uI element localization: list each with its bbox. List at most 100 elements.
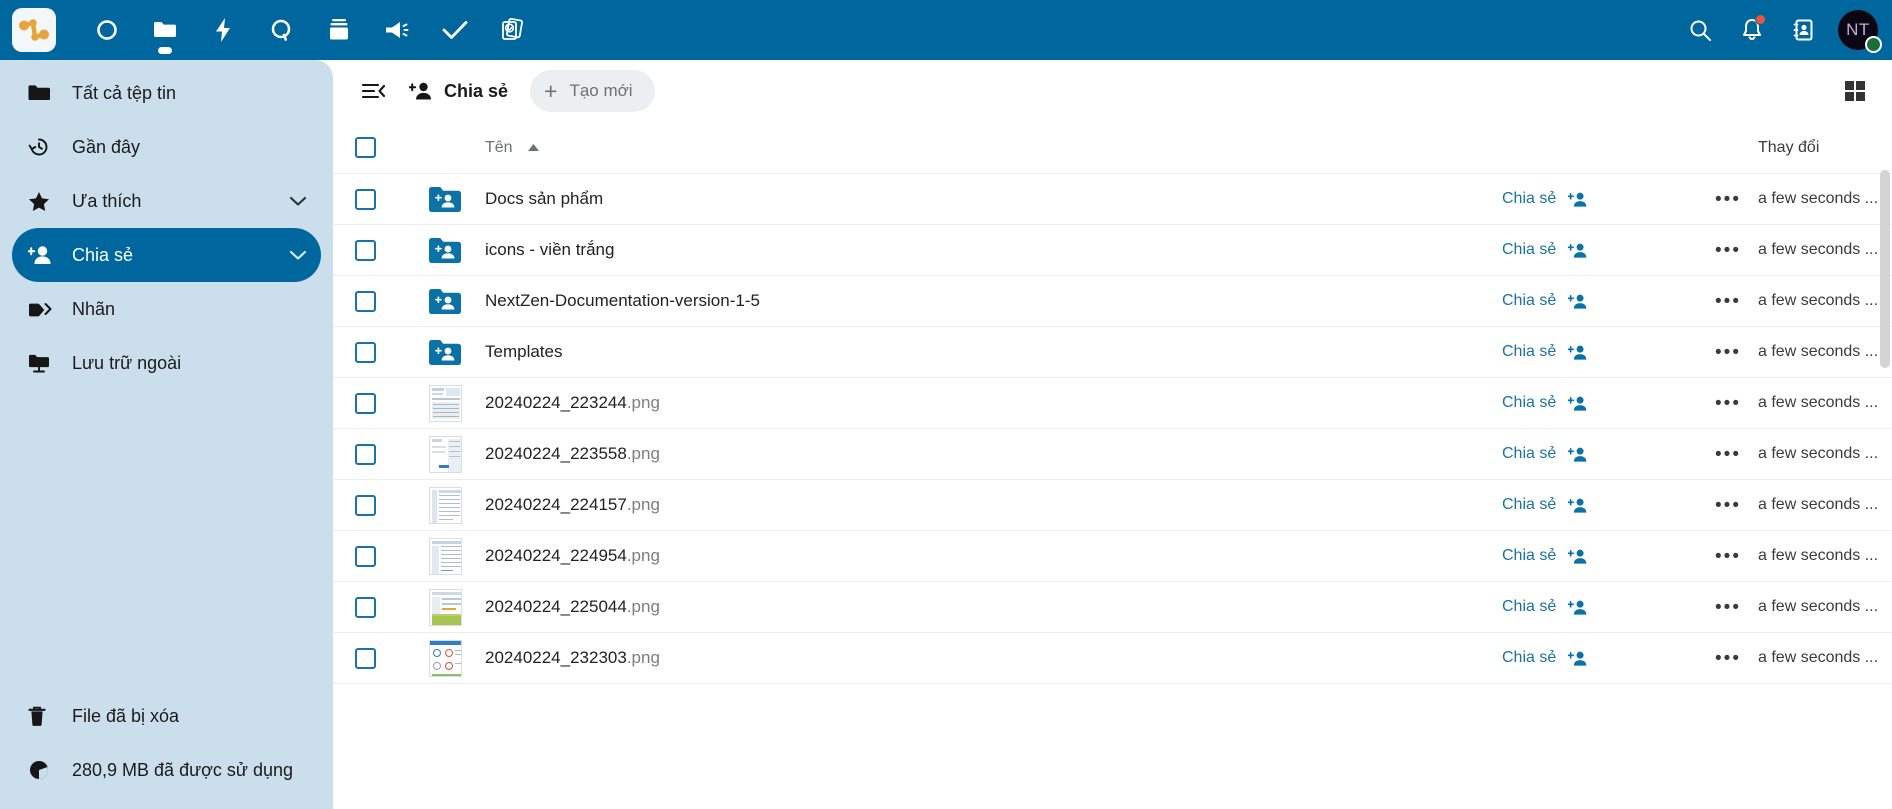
row-actions-menu-icon[interactable]: •••: [1715, 292, 1741, 311]
share-link[interactable]: Chia sẻ: [1502, 343, 1556, 361]
share-person-icon[interactable]: [1568, 293, 1588, 310]
row-name-cell[interactable]: 20240224_224954.png: [485, 546, 1502, 566]
share-link[interactable]: Chia sẻ: [1502, 598, 1556, 616]
row-actions-menu-icon[interactable]: •••: [1715, 649, 1741, 668]
share-person-icon[interactable]: [1568, 497, 1588, 514]
sidebar-item-deleted-files[interactable]: File đã bị xóa: [12, 689, 321, 743]
share-person-icon: [409, 81, 433, 101]
announcement-icon[interactable]: [368, 0, 426, 60]
share-person-icon[interactable]: [1568, 395, 1588, 412]
share-link[interactable]: Chia sẻ: [1502, 649, 1556, 667]
sidebar-item-external-storage[interactable]: Lưu trữ ngoài: [12, 336, 321, 390]
activity-icon[interactable]: [194, 0, 252, 60]
archive-icon[interactable]: [310, 0, 368, 60]
row-actions-menu-icon[interactable]: •••: [1715, 547, 1741, 566]
row-name-cell[interactable]: NextZen-Documentation-version-1-5: [485, 291, 1502, 311]
talk-icon[interactable]: [252, 0, 310, 60]
row-checkbox[interactable]: [355, 545, 376, 567]
chevron-down-icon[interactable]: [289, 191, 307, 212]
share-person-icon[interactable]: [1568, 548, 1588, 565]
table-row[interactable]: 20240224_232303.png Chia sẻ ••• a few se…: [333, 633, 1892, 684]
row-checkbox[interactable]: [355, 494, 376, 516]
select-all-checkbox[interactable]: [355, 137, 376, 158]
sort-ascending-icon[interactable]: [527, 143, 540, 152]
row-checkbox[interactable]: [355, 647, 376, 669]
sidebar-item-storage-usage[interactable]: 280,9 MB đã được sử dụng: [12, 743, 321, 797]
share-person-icon: [28, 245, 58, 265]
table-row[interactable]: 20240224_223558.png Chia sẻ ••• a few se…: [333, 429, 1892, 480]
collapse-sidebar-icon[interactable]: [355, 72, 393, 110]
row-name-cell[interactable]: Docs sản phẩm: [485, 189, 1502, 209]
table-row[interactable]: Templates Chia sẻ ••• a few seconds ...: [333, 327, 1892, 378]
sidebar-item-label: Tất cả tệp tin: [72, 82, 177, 103]
column-header-modified[interactable]: Thay đổi: [1758, 139, 1892, 157]
row-actions-menu-icon[interactable]: •••: [1715, 394, 1741, 413]
online-status-indicator: [1865, 36, 1882, 53]
row-icon-cell: [429, 537, 485, 575]
row-actions-menu-icon[interactable]: •••: [1715, 241, 1741, 260]
row-actions-menu-icon[interactable]: •••: [1715, 598, 1741, 617]
sidebar-item-tags[interactable]: Nhãn: [12, 282, 321, 336]
share-link[interactable]: Chia sẻ: [1502, 292, 1556, 310]
trash-icon: [28, 706, 58, 727]
row-actions-menu-icon[interactable]: •••: [1715, 445, 1741, 464]
share-link[interactable]: Chia sẻ: [1502, 190, 1556, 208]
row-checkbox[interactable]: [355, 392, 376, 414]
table-row[interactable]: 20240224_225044.png Chia sẻ ••• a few se…: [333, 582, 1892, 633]
share-person-icon[interactable]: [1568, 650, 1588, 667]
row-name-cell[interactable]: icons - viền trắng: [485, 240, 1502, 260]
notifications-bell-icon[interactable]: [1726, 0, 1778, 60]
sidebar-item-shared[interactable]: Chia sẻ: [12, 228, 321, 282]
breadcrumb[interactable]: Chia sẻ: [409, 81, 508, 102]
row-name-cell[interactable]: 20240224_232303.png: [485, 648, 1502, 668]
share-link[interactable]: Chia sẻ: [1502, 394, 1556, 412]
row-name-cell[interactable]: Templates: [485, 342, 1502, 362]
row-actions-menu-icon[interactable]: •••: [1715, 190, 1741, 209]
row-name-cell[interactable]: 20240224_223558.png: [485, 444, 1502, 464]
row-name-cell[interactable]: 20240224_223244.png: [485, 393, 1502, 413]
share-link[interactable]: Chia sẻ: [1502, 547, 1556, 565]
contacts-icon[interactable]: [1778, 0, 1830, 60]
share-person-icon[interactable]: [1568, 191, 1588, 208]
table-row[interactable]: NextZen-Documentation-version-1-5 Chia s…: [333, 276, 1892, 327]
row-checkbox[interactable]: [355, 443, 376, 465]
row-checkbox[interactable]: [355, 596, 376, 618]
row-modified-cell: a few seconds ...: [1758, 598, 1879, 615]
avatar[interactable]: NT: [1838, 10, 1882, 53]
column-header-name[interactable]: Tên: [485, 139, 1502, 157]
share-link[interactable]: Chia sẻ: [1502, 496, 1556, 514]
row-checkbox[interactable]: [355, 239, 376, 261]
share-person-icon[interactable]: [1568, 242, 1588, 259]
table-row[interactable]: 20240224_224954.png Chia sẻ ••• a few se…: [333, 531, 1892, 582]
file-name: icons - viền trắng: [485, 240, 615, 259]
row-checkbox[interactable]: [355, 341, 376, 363]
tasks-icon[interactable]: [426, 0, 484, 60]
row-checkbox[interactable]: [355, 290, 376, 312]
row-actions-menu-icon[interactable]: •••: [1715, 496, 1741, 515]
table-row[interactable]: Docs sản phẩm Chia sẻ ••• a few seconds …: [333, 174, 1892, 225]
table-row[interactable]: icons - viền trắng Chia sẻ ••• a few sec…: [333, 225, 1892, 276]
row-checkbox[interactable]: [355, 188, 376, 210]
share-person-icon[interactable]: [1568, 446, 1588, 463]
sidebar-item-all-files[interactable]: Tất cả tệp tin: [12, 66, 321, 120]
share-person-icon[interactable]: [1568, 599, 1588, 616]
table-row[interactable]: 20240224_224157.png Chia sẻ ••• a few se…: [333, 480, 1892, 531]
sidebar-item-favorites[interactable]: Ưa thích: [12, 174, 321, 228]
share-person-icon[interactable]: [1568, 344, 1588, 361]
dashboard-icon[interactable]: [78, 0, 136, 60]
files-icon[interactable]: [136, 0, 194, 60]
row-actions-menu-icon[interactable]: •••: [1715, 343, 1741, 362]
chevron-down-icon[interactable]: [289, 245, 307, 266]
sidebar-item-recent[interactable]: Gần đây: [12, 120, 321, 174]
new-button[interactable]: + Tạo mới: [530, 70, 655, 112]
share-link[interactable]: Chia sẻ: [1502, 241, 1556, 259]
content-scrollbar[interactable]: [1880, 170, 1890, 368]
search-icon[interactable]: [1674, 0, 1726, 60]
grid-view-icon[interactable]: [1836, 72, 1874, 110]
row-name-cell[interactable]: 20240224_224157.png: [485, 495, 1502, 515]
nextcloud-logo[interactable]: [12, 8, 56, 52]
row-name-cell[interactable]: 20240224_225044.png: [485, 597, 1502, 617]
table-row[interactable]: 20240224_223244.png Chia sẻ ••• a few se…: [333, 378, 1892, 429]
share-link[interactable]: Chia sẻ: [1502, 445, 1556, 463]
deck-icon[interactable]: [484, 0, 542, 60]
